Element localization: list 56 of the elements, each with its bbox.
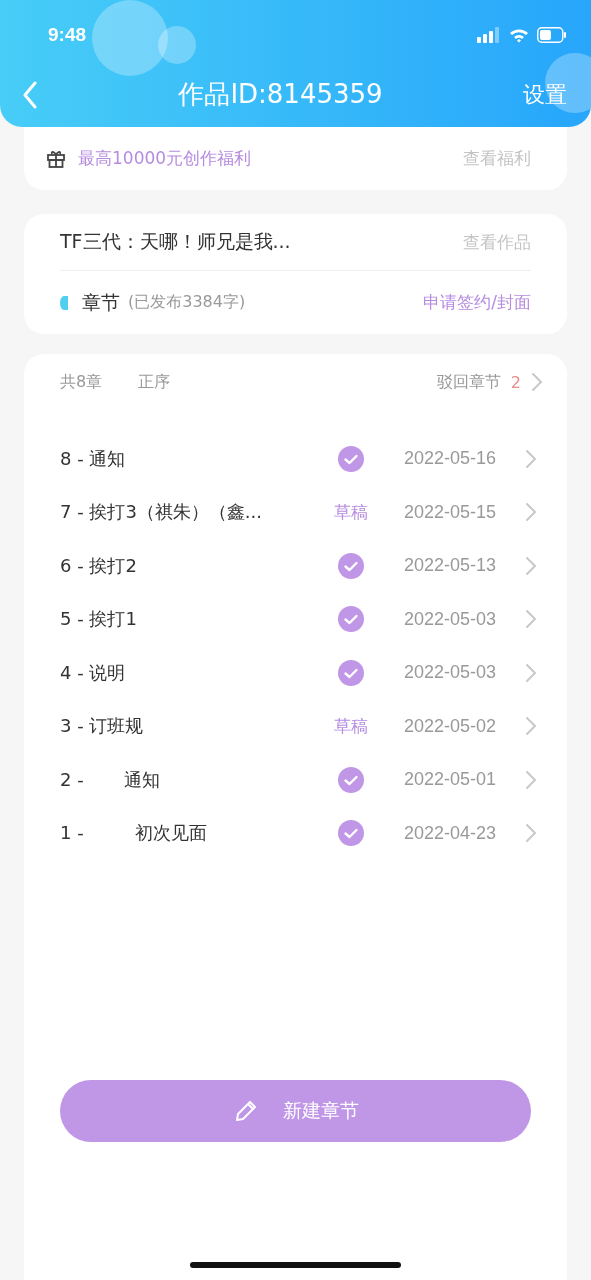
- check-circle-icon: [338, 820, 364, 847]
- check-circle-icon: [338, 606, 364, 633]
- chapter-row[interactable]: 6 - 挨打2 2022-05-13: [24, 539, 567, 593]
- chevron-right-icon: [525, 502, 537, 523]
- chapter-date: 2022-05-16: [402, 448, 498, 470]
- chapter-date: 2022-05-01: [402, 769, 498, 791]
- page-title: 作品ID:8145359: [178, 78, 383, 111]
- chapter-row[interactable]: 2 - 通知 2022-05-01: [24, 753, 567, 807]
- chapter-date: 2022-05-03: [402, 662, 498, 684]
- chapter-date: 2022-05-03: [402, 608, 498, 630]
- draft-label: 草稿: [334, 714, 368, 738]
- chapter-title: 1 - 初次见面: [60, 821, 209, 846]
- chapter-date: 2022-04-23: [402, 822, 498, 844]
- gift-icon: [46, 148, 66, 169]
- chapter-row[interactable]: 8 - 通知 2022-05-16: [24, 432, 567, 486]
- draft-label: 草稿: [334, 500, 368, 524]
- section-marker-icon: [60, 295, 68, 310]
- chapter-date: 2022-05-15: [402, 501, 498, 523]
- benefit-text: 最高10000元创作福利: [78, 147, 252, 170]
- check-circle-icon: [338, 552, 364, 579]
- wifi-icon: [509, 27, 529, 43]
- chapter-row[interactable]: 3 - 订班规 草稿 2022-05-02: [24, 699, 567, 753]
- chevron-right-icon: [525, 716, 537, 737]
- decorative-bubble: [545, 53, 591, 113]
- chevron-right-icon: [525, 609, 537, 630]
- published-count: (已发布3384字): [128, 292, 246, 313]
- work-title: TF三代：天哪！师兄是我...: [60, 229, 291, 254]
- chapter-date: 2022-05-02: [402, 715, 498, 737]
- chapter-row[interactable]: 4 - 说明 2022-05-03: [24, 646, 567, 700]
- chevron-right-icon: [525, 555, 537, 576]
- battery-icon: [537, 27, 567, 43]
- check-circle-icon: [338, 445, 364, 472]
- check-circle-icon: [338, 659, 364, 686]
- chapter-title: 8 - 通知: [60, 446, 127, 471]
- chapter-title: 6 - 挨打2: [60, 553, 138, 578]
- chapter-row[interactable]: 1 - 初次见面 2022-04-23: [24, 806, 567, 860]
- chapter-title: 5 - 挨打1: [60, 607, 138, 632]
- chevron-right-icon: [525, 448, 537, 469]
- check-circle-icon: [338, 766, 364, 793]
- chevron-right-icon: [525, 769, 537, 790]
- chapter-title: 7 - 挨打3（祺朱）（鑫...: [60, 500, 263, 525]
- status-time: 9:48: [48, 24, 87, 46]
- chevron-right-icon: [531, 372, 543, 392]
- chapter-title: 4 - 说明: [60, 660, 127, 685]
- back-icon[interactable]: [22, 80, 38, 109]
- chapter-count: 共8章: [60, 371, 103, 393]
- chevron-right-icon: [525, 662, 537, 683]
- chapter-date: 2022-05-13: [402, 555, 498, 577]
- rejected-count: 2: [510, 372, 521, 392]
- chevron-right-icon: [525, 823, 537, 844]
- signal-icon: [477, 27, 501, 43]
- chapter-row[interactable]: 7 - 挨打3（祺朱）（鑫... 草稿 2022-05-15: [24, 485, 567, 539]
- section-title: 章节: [82, 289, 120, 315]
- chapter-row[interactable]: 5 - 挨打1 2022-05-03: [24, 592, 567, 646]
- chapter-title: 3 - 订班规: [60, 714, 145, 739]
- chapter-title: 2 - 通知: [60, 767, 161, 792]
